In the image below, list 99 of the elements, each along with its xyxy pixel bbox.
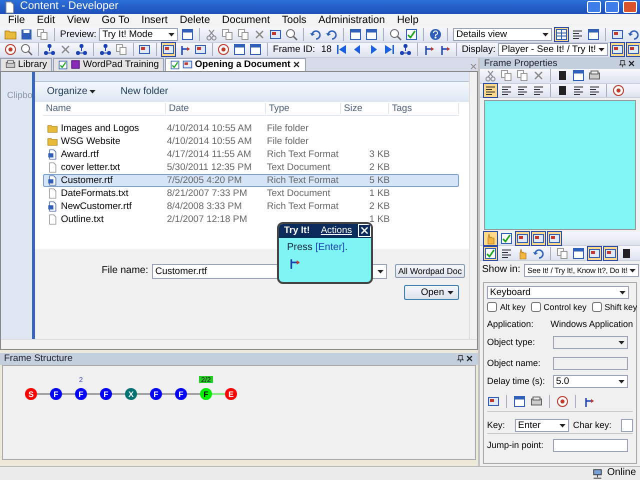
file-name: NewCustomer.rtf [60,200,132,212]
file-type: File folder [266,122,309,134]
column-header[interactable]: Date [166,102,266,114]
file-type: File folder [266,136,309,147]
frame-node[interactable]: S [25,388,37,400]
file-date: 4/10/2014 10:55 AM [166,122,252,134]
window-title: Content - Developer [20,0,120,14]
file-row[interactable]: Images and Logos 4/10/2014 10:55 AM File folder [42,122,459,135]
file-type: Text Document [266,162,330,173]
frame-id-label: Frame ID: [272,44,316,56]
file-row[interactable]: DateFormats.txt 8/21/2007 7:33 PM Text Document 1 KB [42,186,459,200]
column-header[interactable]: Tags [388,102,459,114]
file-row[interactable]: cover letter.txt 5/30/2011 12:35 PM Text Document 2 KB [42,160,459,174]
frame-node[interactable]: F [175,388,187,400]
menu-item[interactable]: Delete [180,14,210,28]
frame-node[interactable]: F [75,388,87,400]
panel-title: Frame Properties [484,58,558,70]
frame-node[interactable]: X [125,388,137,400]
ribbon-label: Clipbo [7,90,32,101]
document-tab[interactable]: Opening a Document [164,58,306,71]
menu-item[interactable]: File [8,14,25,28]
checkbox-label[interactable]: Shift key [592,302,638,312]
file-row[interactable]: WSG Website 4/10/2014 10:55 AM File folder [42,134,459,148]
open-button[interactable]: Open [404,284,459,300]
display-mode-dropdown[interactable]: Player - See It! / Try It! [498,43,608,56]
actions-link[interactable]: Actions [320,225,352,236]
frame-id-value: 18 [320,44,332,56]
delay-dropdown[interactable]: 5.0 [553,374,628,388]
file-row[interactable]: Outline.txt 2/1/2007 12:18 PM 1 KB [42,212,459,226]
preview-mode-dropdown[interactable]: Try It! Mode [99,28,178,41]
field-label: Delay time (s): [487,376,546,387]
frame-node[interactable]: F [100,388,112,400]
file-date: 5/30/2011 12:35 PM [166,162,252,173]
field-label: Jump-in point: [487,440,545,451]
new-folder-button[interactable]: New folder [120,86,168,98]
menu-item[interactable]: Go To [102,14,130,28]
file-name: Outline.txt [60,214,104,225]
file-size: 1 KB [369,188,390,199]
file-size: 2 KB [369,200,390,212]
menu-item[interactable]: Edit [36,14,56,28]
field-label: Object type: [487,336,536,348]
file-type: Rich Text Format [266,174,338,186]
file-name: cover letter.txt [60,162,120,173]
menu-item[interactable]: Tools [282,14,306,28]
file-row[interactable]: Customer.rtf 7/5/2005 4:20 PM Rich Text Format 5 KB [42,174,459,187]
file-size: 2 KB [369,162,390,173]
menu-item[interactable]: Document [222,14,270,28]
menu-item[interactable]: Help [396,14,419,28]
view-mode-dropdown[interactable]: Details view [453,28,552,41]
field-label: Char key: [573,420,612,431]
file-row[interactable]: Award.rtf 4/17/2014 11:55 AM Rich Text Format 3 KB [42,148,459,161]
menu-item[interactable]: View [67,14,90,28]
organize-menu[interactable]: Organize [46,86,96,98]
menu-item[interactable]: Administration [318,14,385,28]
file-type-filter[interactable]: All Wordpad Doc [395,264,465,278]
status-text: Online [607,467,636,480]
file-row[interactable]: NewCustomer.rtf 8/4/2008 3:33 PM Rich Text Format 2 KB [42,200,459,213]
file-name: DateFormats.txt [60,188,128,199]
frame-node[interactable]: F [150,388,162,400]
file-date: 8/4/2008 3:33 PM [166,200,242,212]
action-type-dropdown[interactable]: Keyboard [487,286,629,299]
panel-title: Frame Structure [4,353,74,364]
file-size: 1 KB [369,214,390,225]
checkbox-label[interactable]: Alt key [487,302,526,312]
file-type: Text Document [266,188,330,199]
frame-node[interactable]: F [50,388,62,400]
file-size: 5 KB [369,174,390,186]
file-size: 3 KB [369,148,390,160]
file-name: Award.rtf [60,148,99,160]
document-tab[interactable]: Library [0,58,52,71]
column-header[interactable]: Size [340,102,389,114]
menu-item[interactable]: Insert [141,14,168,28]
frame-node[interactable]: F [200,388,212,400]
frame-node[interactable]: E [225,388,237,400]
column-header[interactable]: Name [42,102,166,114]
field-label: Show in: [482,264,520,276]
file-name: Customer.rtf [60,174,113,186]
file-type: Rich Text Format [266,148,338,160]
field-value: Windows Application [550,318,633,330]
file-date: 4/10/2014 10:55 AM [166,136,252,147]
column-header[interactable]: Type [266,102,341,114]
preview-label: Preview: [60,28,96,40]
field-label: Key: [487,420,506,431]
file-name: Images and Logos [60,122,140,134]
checkbox-label[interactable]: Control key [530,302,587,312]
file-type: Rich Text Format [266,200,338,212]
file-date: 4/17/2014 11:55 AM [166,148,252,160]
instruction-text: Press [Enter]. [286,240,349,255]
bubble-title: Try It! [284,225,311,236]
field-label: Application: [487,318,535,330]
file-name: WSG Website [60,136,120,147]
file-name-label: File name: [102,265,148,278]
file-date: 7/5/2005 4:20 PM [166,174,242,186]
field-label: Object name: [487,358,542,369]
key-dropdown[interactable]: Enter [515,418,569,432]
file-date: 8/21/2007 7:33 PM [166,188,248,199]
file-date: 2/1/2007 12:18 PM [166,214,248,225]
document-tab[interactable]: WordPad Training [53,58,164,71]
display-label: Display: [462,44,496,56]
